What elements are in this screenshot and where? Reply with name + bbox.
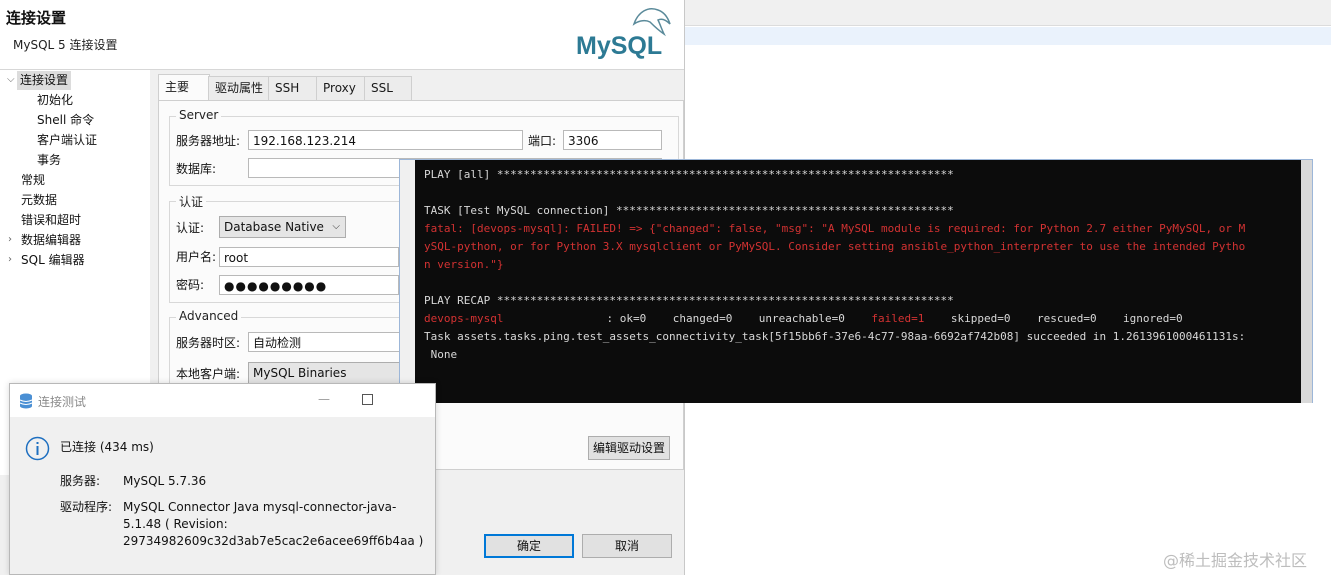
terminal-error-line: fatal: [devops-mysql]: FAILED! => {"chan…: [424, 222, 1246, 235]
recap-ok: : ok=0 changed=0 unreachable=0: [606, 312, 872, 325]
tab-proxy[interactable]: Proxy: [316, 76, 366, 100]
server-group-title: Server: [176, 108, 222, 122]
tree-item-transactions[interactable]: 事务: [37, 151, 61, 170]
connection-status: 已连接 (434 ms): [60, 440, 154, 454]
popup-titlebar: 连接测试 —: [10, 384, 435, 417]
driver-label: 驱动程序:: [60, 500, 113, 514]
password-input[interactable]: ●●●●●●●●●: [219, 275, 399, 295]
tree-item-general[interactable]: 常规: [21, 171, 45, 190]
dialog-header: 连接设置 MySQL 5 连接设置 MySQL: [0, 0, 684, 70]
port-input[interactable]: 3306: [563, 130, 662, 150]
auth-select-value: Database Native: [224, 220, 324, 234]
driver-value-line3: 29734982609c32d3ab7e5cac2e6acee69ff6b4aa…: [123, 534, 424, 548]
host-label: 服务器地址:: [176, 134, 241, 148]
tree-item-data-editor[interactable]: 数据编辑器: [21, 231, 81, 250]
minimize-icon[interactable]: —: [318, 392, 330, 406]
dialog-subtitle: MySQL 5 连接设置: [13, 38, 118, 52]
tab-ssl[interactable]: SSL: [364, 76, 412, 100]
terminal-line: TASK [Test MySQL connection] ***********…: [424, 204, 954, 217]
host-input[interactable]: 192.168.123.214: [248, 130, 523, 150]
dialog-title: 连接设置: [6, 9, 67, 27]
username-label: 用户名:: [176, 250, 217, 264]
driver-value-line1: MySQL Connector Java mysql-connector-jav…: [123, 500, 397, 514]
cancel-button[interactable]: 取消: [582, 534, 672, 558]
auth-select[interactable]: Database Native ⌵: [219, 216, 346, 238]
connection-test-dialog: 连接测试 — 已连接 (434 ms) 服务器: MySQL 5.7.36 驱动…: [9, 383, 436, 575]
terminal-line: PLAY [all] *****************************…: [424, 168, 954, 181]
ok-button[interactable]: 确定: [484, 534, 574, 558]
recap-failed: failed=1: [871, 312, 925, 325]
terminal-window: PLAY [all] *****************************…: [399, 159, 1313, 403]
terminal-recap-line: devops-mysql : ok=0 changed=0 unreachable…: [424, 310, 1183, 328]
tree-item-shell[interactable]: Shell 命令: [37, 111, 94, 130]
timezone-select[interactable]: 自动检测: [248, 332, 408, 352]
database-label: 数据库:: [176, 162, 217, 176]
background-selected-row: [684, 27, 1331, 45]
tree-item-metadata[interactable]: 元数据: [21, 191, 57, 210]
terminal-error-line: n version."}: [424, 258, 504, 271]
maximize-icon[interactable]: [362, 394, 373, 405]
client-select[interactable]: MySQL Binaries: [248, 362, 408, 384]
watermark: @稀土掘金技术社区: [1163, 551, 1308, 570]
terminal-scrollbar[interactable]: [1301, 160, 1312, 403]
tree-item-client-auth[interactable]: 客户端认证: [37, 131, 97, 150]
logo-text: MySQL: [576, 32, 662, 60]
password-label: 密码:: [176, 278, 205, 292]
port-label: 端口:: [528, 134, 557, 148]
client-select-value: MySQL Binaries: [253, 366, 347, 380]
recap-host: devops-mysql: [424, 312, 504, 325]
chevron-down-icon[interactable]: ⌵: [7, 70, 15, 89]
mysql-logo: MySQL: [574, 4, 678, 60]
server-value: MySQL 5.7.36: [123, 474, 207, 488]
advanced-group-title: Advanced: [176, 309, 242, 323]
database-icon: [19, 393, 33, 412]
auth-label: 认证:: [176, 221, 205, 235]
client-label: 本地客户端:: [176, 367, 241, 381]
terminal-output: PLAY [all] *****************************…: [415, 160, 1301, 403]
edit-driver-button[interactable]: 编辑驱动设置: [588, 436, 670, 460]
tab-ssh[interactable]: SSH: [268, 76, 318, 100]
chevron-down-icon: ⌵: [332, 221, 340, 232]
terminal-line: Task assets.tasks.ping.test_assets_conne…: [424, 330, 1246, 343]
tab-main[interactable]: 主要: [158, 74, 210, 101]
popup-body: 已连接 (434 ms) 服务器: MySQL 5.7.36 驱动程序: MyS…: [10, 417, 435, 574]
username-input[interactable]: root: [219, 247, 399, 267]
chevron-right-icon[interactable]: ›: [8, 230, 12, 249]
tree-item-errors-timeouts[interactable]: 错误和超时: [21, 211, 81, 230]
tree-item-sql-editor[interactable]: SQL 编辑器: [21, 251, 85, 270]
auth-group-title: 认证: [176, 193, 207, 210]
info-icon: [25, 436, 50, 464]
chevron-right-icon[interactable]: ›: [8, 250, 12, 269]
timezone-label: 服务器时区:: [176, 336, 241, 350]
terminal-error-line: ySQL-python, or for Python 3.X mysqlclie…: [424, 240, 1246, 253]
tab-driver-properties[interactable]: 驱动属性: [208, 76, 274, 100]
terminal-line: PLAY RECAP *****************************…: [424, 294, 954, 307]
tree-item-connection[interactable]: 连接设置: [17, 71, 72, 90]
recap-rest: skipped=0 rescued=0 ignored=0: [924, 312, 1183, 325]
background-app-toolbar: [684, 0, 1331, 26]
popup-title: 连接测试: [38, 395, 87, 409]
driver-value-line2: 5.1.48 ( Revision:: [123, 517, 228, 531]
tree-item-init[interactable]: 初始化: [37, 91, 73, 110]
terminal-line: None: [424, 348, 458, 361]
server-label: 服务器:: [60, 474, 101, 488]
